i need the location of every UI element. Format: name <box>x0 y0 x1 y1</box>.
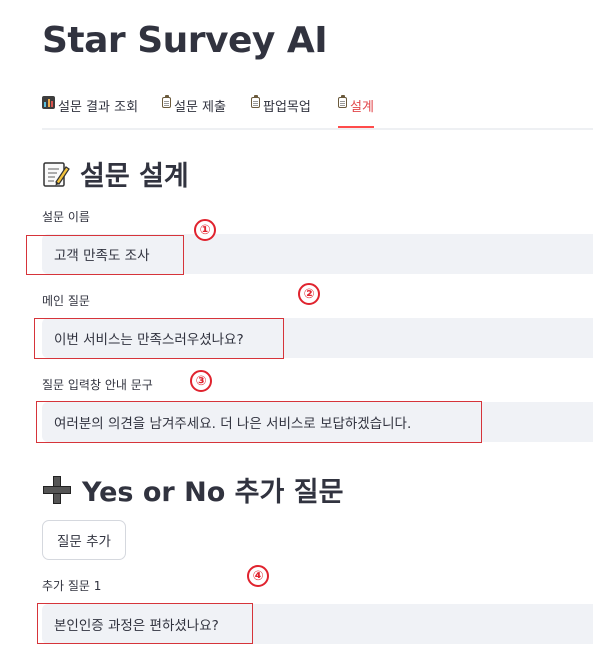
memo-icon <box>42 160 70 188</box>
section-title-text: 설문 설계 <box>80 161 189 192</box>
input-guide-input[interactable]: 여러분의 의견을 남겨주세요. 더 나은 서비스로 보답하겠습니다. <box>42 402 593 442</box>
marker-1: ① <box>194 219 216 241</box>
tab-label: 설문 결과 조회 <box>58 100 139 115</box>
tab-survey-results[interactable]: 설문 결과 조회 <box>42 96 138 126</box>
tab-label: 설계 <box>350 100 374 115</box>
clipboard-icon <box>338 95 347 108</box>
app-title: Star Survey AI <box>42 20 328 61</box>
survey-name-label: 설문 이름 <box>42 210 90 224</box>
additional-question-label: 추가 질문 1 <box>42 579 102 593</box>
clipboard-icon <box>251 95 260 108</box>
tab-design[interactable]: 설계 <box>338 95 374 128</box>
marker-3: ③ <box>190 370 212 392</box>
bar-chart-icon <box>42 96 55 109</box>
section-title-yesno: Yes or No 추가 질문 <box>42 470 343 509</box>
main-question-label: 메인 질문 <box>42 294 90 308</box>
section-title-text: Yes or No 추가 질문 <box>82 477 344 508</box>
add-question-button[interactable]: 질문 추가 <box>42 520 126 560</box>
tab-bar: 설문 결과 조회 설문 제출 팝업목업 설계 <box>42 92 593 130</box>
section-title-design: 설문 설계 <box>42 154 189 193</box>
tab-survey-submit[interactable]: 설문 제출 <box>162 95 226 126</box>
plus-icon <box>42 475 72 505</box>
marker-2: ② <box>298 283 320 305</box>
input-guide-label: 질문 입력창 안내 문구 <box>42 378 153 392</box>
additional-question-input[interactable]: 본인인증 과정은 편하셨나요? <box>42 604 593 644</box>
tab-label: 설문 제출 <box>174 100 226 115</box>
tab-label: 팝업목업 <box>263 100 311 115</box>
survey-name-input[interactable]: 고객 만족도 조사 <box>42 234 593 274</box>
main-question-input[interactable]: 이번 서비스는 만족스러우셨나요? <box>42 318 593 358</box>
clipboard-icon <box>162 95 171 108</box>
tab-popup-mockup[interactable]: 팝업목업 <box>251 95 311 126</box>
marker-4: ④ <box>247 565 269 587</box>
